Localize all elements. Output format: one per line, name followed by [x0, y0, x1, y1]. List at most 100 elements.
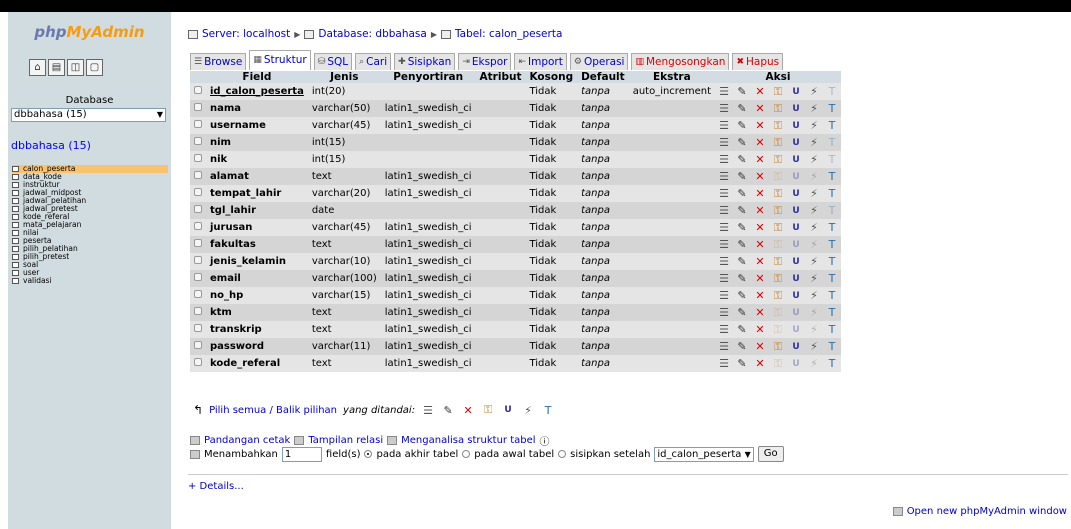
browse-distinct-icon[interactable]: ☰ — [717, 272, 731, 285]
unique-icon[interactable]: U — [789, 342, 803, 352]
row-checkbox[interactable] — [194, 205, 202, 213]
field-name[interactable]: tgl_lahir — [206, 202, 308, 219]
tab-sisipkan[interactable]: ✚ Sisipkan — [394, 53, 456, 70]
field-name[interactable]: password — [206, 338, 308, 355]
index-icon[interactable]: ⚡ — [807, 102, 821, 115]
index-icon[interactable]: ⚡ — [807, 289, 821, 302]
field-name[interactable]: no_hp — [206, 287, 308, 304]
tab-cari[interactable]: ⌕ Cari — [355, 53, 392, 70]
browse-distinct-icon[interactable]: ☰ — [717, 255, 731, 268]
details-link[interactable]: + Details... — [188, 481, 244, 492]
select-all-link[interactable]: Pilih semua / Balik pilihan — [209, 405, 337, 416]
unique-icon[interactable]: U — [789, 359, 803, 369]
fulltext-icon[interactable]: T — [825, 153, 839, 166]
tab-struktur[interactable]: ▦ Struktur — [249, 50, 311, 70]
table-icon[interactable] — [12, 254, 19, 260]
primary-key-icon[interactable]: ⚿ — [771, 238, 785, 252]
table-icon[interactable] — [12, 246, 19, 252]
drop-icon[interactable]: ✕ — [753, 357, 767, 370]
row-checkbox[interactable] — [194, 154, 202, 162]
help-icon[interactable]: ⓘ — [540, 433, 550, 448]
fulltext-icon[interactable]: T — [825, 357, 839, 370]
browse-distinct-icon[interactable]: ☰ — [717, 323, 731, 336]
row-checkbox[interactable] — [194, 120, 202, 128]
edit-icon[interactable]: ✎ — [735, 102, 749, 115]
fulltext-icon[interactable]: T — [825, 306, 839, 319]
drop-icon[interactable]: ✕ — [753, 340, 767, 353]
sidebar-item-validasi[interactable]: validasi — [12, 277, 168, 285]
fulltext-icon[interactable]: T — [825, 119, 839, 132]
primary-key-icon[interactable]: ⚿ — [771, 221, 785, 235]
edit-icon[interactable]: ✎ — [735, 272, 749, 285]
row-checkbox[interactable] — [194, 341, 202, 349]
primary-key-icon[interactable]: ⚿ — [771, 357, 785, 371]
unique-icon[interactable]: U — [789, 104, 803, 114]
index-icon[interactable]: ⚡ — [807, 187, 821, 200]
table-icon[interactable] — [12, 198, 19, 204]
field-name[interactable]: kode_referal — [206, 355, 308, 372]
index-icon[interactable]: ⚡ — [807, 136, 821, 149]
index-icon[interactable]: ⚡ — [807, 357, 821, 370]
add-field-count-input[interactable]: 1 — [281, 446, 322, 462]
tab-ekspor[interactable]: ⇥ Ekspor — [458, 53, 512, 70]
row-checkbox[interactable] — [194, 273, 202, 281]
browse-distinct-icon[interactable]: ☰ — [717, 187, 731, 200]
tab-browse[interactable]: ☰ Browse — [190, 53, 247, 70]
edit-icon[interactable]: ✎ — [735, 85, 749, 98]
index-icon[interactable]: ⚡ — [807, 272, 821, 285]
field-name[interactable]: jurusan — [206, 219, 308, 236]
table-icon[interactable] — [12, 190, 19, 196]
row-checkbox[interactable] — [194, 103, 202, 111]
table-icon[interactable] — [12, 278, 19, 284]
field-name[interactable]: email — [206, 270, 308, 287]
field-name[interactable]: ktm — [206, 304, 308, 321]
index-icon[interactable]: ⚡ — [807, 221, 821, 234]
edit-icon[interactable]: ✎ — [735, 306, 749, 319]
primary-key-icon[interactable]: ⚿ — [771, 102, 785, 116]
primary-key-icon[interactable]: ⚿ — [771, 323, 785, 337]
analyze-structure-link[interactable]: Menganalisa struktur tabel — [401, 435, 535, 446]
table-icon[interactable] — [12, 222, 19, 228]
index-icon[interactable]: ⚡ — [807, 306, 821, 319]
index-icon[interactable]: ⚡ — [807, 85, 821, 98]
unique-selected-icon[interactable]: U — [501, 405, 515, 415]
drop-icon[interactable]: ✕ — [753, 170, 767, 183]
browse-selected-icon[interactable]: ☰ — [421, 404, 435, 417]
row-checkbox[interactable] — [194, 307, 202, 315]
new-window-link[interactable]: Open new phpMyAdmin window — [892, 506, 1067, 517]
radio-beginning-of-table[interactable] — [462, 450, 471, 458]
tab-sql[interactable]: ⛁ SQL — [313, 53, 353, 70]
row-checkbox[interactable] — [194, 358, 202, 366]
edit-icon[interactable]: ✎ — [735, 221, 749, 234]
browse-distinct-icon[interactable]: ☰ — [717, 340, 731, 353]
browse-distinct-icon[interactable]: ☰ — [717, 119, 731, 132]
tab-import[interactable]: ⇤ Import — [514, 53, 567, 70]
sql-query-icon[interactable]: ▤ — [48, 59, 65, 76]
fulltext-icon[interactable]: T — [825, 323, 839, 336]
breadcrumb-server[interactable]: Server: localhost — [202, 28, 290, 40]
field-name[interactable]: transkrip — [206, 321, 308, 338]
unique-icon[interactable]: U — [789, 121, 803, 131]
relation-view-link[interactable]: Tampilan relasi — [308, 435, 383, 446]
index-icon[interactable]: ⚡ — [807, 119, 821, 132]
drop-icon[interactable]: ✕ — [753, 204, 767, 217]
edit-icon[interactable]: ✎ — [735, 238, 749, 251]
primary-key-icon[interactable]: ⚿ — [771, 306, 785, 320]
drop-icon[interactable]: ✕ — [753, 187, 767, 200]
unique-icon[interactable]: U — [789, 274, 803, 284]
browse-distinct-icon[interactable]: ☰ — [717, 136, 731, 149]
fulltext-icon[interactable]: T — [825, 255, 839, 268]
field-name[interactable]: fakultas — [206, 236, 308, 253]
database-title-link[interactable]: dbbahasa (15) — [11, 139, 91, 152]
unique-icon[interactable]: U — [789, 206, 803, 216]
unique-icon[interactable]: U — [789, 189, 803, 199]
row-checkbox[interactable] — [194, 290, 202, 298]
fulltext-icon[interactable]: T — [825, 102, 839, 115]
fulltext-icon[interactable]: T — [825, 85, 839, 98]
unique-icon[interactable]: U — [789, 223, 803, 233]
table-icon[interactable] — [12, 214, 19, 220]
drop-icon[interactable]: ✕ — [753, 255, 767, 268]
edit-icon[interactable]: ✎ — [735, 323, 749, 336]
primary-key-icon[interactable]: ⚿ — [771, 187, 785, 201]
fulltext-icon[interactable]: T — [825, 187, 839, 200]
